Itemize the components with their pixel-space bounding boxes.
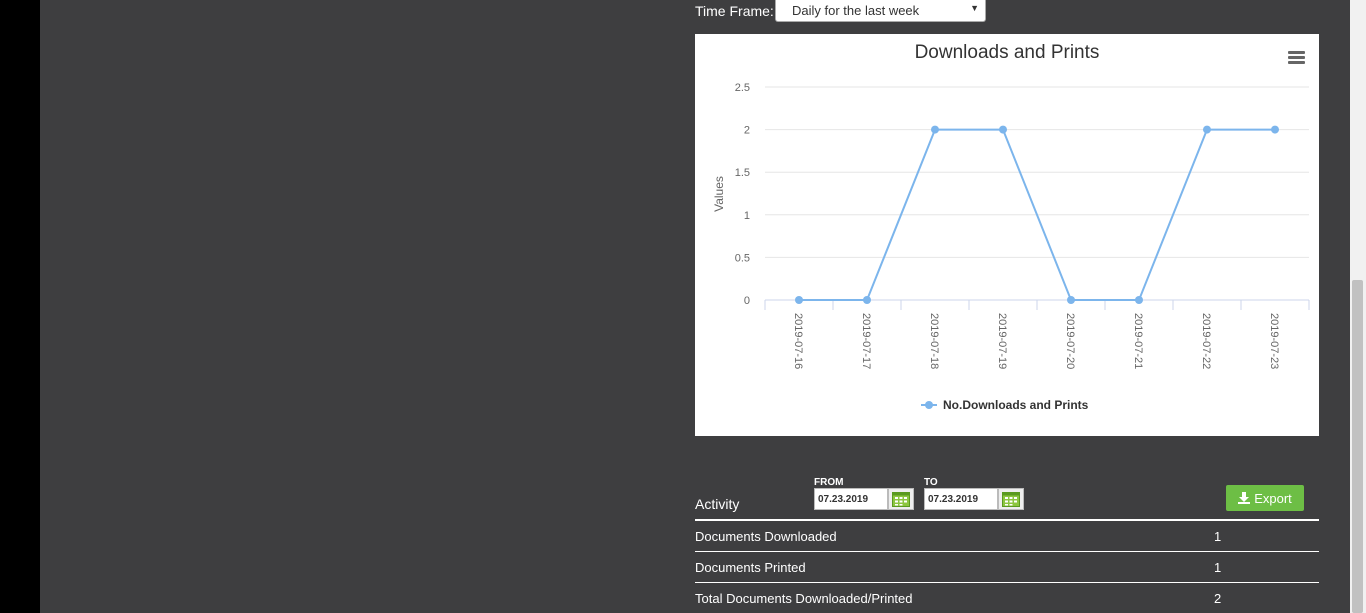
chart-title: Downloads and Prints bbox=[914, 42, 1100, 63]
from-date-input[interactable]: 07.23.2019 bbox=[814, 488, 888, 510]
stat-label-total: Total Documents Downloaded/Printed bbox=[695, 591, 913, 606]
dropdown-arrow-icon: ▼ bbox=[970, 3, 979, 13]
stat-label-downloaded: Documents Downloaded bbox=[695, 529, 837, 544]
data-point bbox=[863, 296, 871, 304]
timeframe-select[interactable]: Daily for the last week ▼ bbox=[775, 0, 986, 22]
data-point bbox=[1271, 125, 1279, 134]
x-tick-label: 2019-07-19 bbox=[996, 313, 1008, 369]
x-tick-label: 2019-07-23 bbox=[1268, 313, 1280, 369]
timeframe-selected-value: Daily for the last week bbox=[792, 3, 920, 18]
legend-marker bbox=[925, 401, 933, 409]
x-tick-label: 2019-07-17 bbox=[860, 313, 872, 369]
stat-label-printed: Documents Printed bbox=[695, 560, 806, 575]
y-tick-label: 1 bbox=[744, 210, 750, 222]
stat-value-downloaded: 1 bbox=[1214, 529, 1222, 544]
data-point bbox=[999, 125, 1007, 134]
to-date-input[interactable]: 07.23.2019 bbox=[924, 488, 998, 510]
y-axis-label: Values bbox=[712, 176, 726, 212]
legend-label: No.Downloads and Prints bbox=[943, 398, 1089, 412]
line-chart: 0 0.5 1 1.5 2 2.5 Values 2019-07-16 2019-07-17 20… bbox=[712, 82, 1310, 412]
data-point bbox=[1203, 125, 1211, 134]
export-label: Export bbox=[1254, 490, 1292, 506]
row-divider bbox=[695, 551, 1319, 552]
stat-value-total: 2 bbox=[1214, 591, 1222, 606]
chart-container: 0 0.5 1 1.5 2 2.5 Values 2019-07-16 2019-07-17 20… bbox=[695, 34, 1319, 436]
from-calendar-icon[interactable] bbox=[888, 488, 914, 510]
x-tick-label: 2019-07-22 bbox=[1200, 313, 1212, 369]
x-tick-label: 2019-07-18 bbox=[928, 313, 940, 369]
data-point bbox=[1135, 296, 1143, 304]
export-button[interactable]: Export bbox=[1226, 485, 1304, 511]
y-tick-label: 2 bbox=[744, 125, 750, 137]
y-tick-label: 1.5 bbox=[735, 167, 750, 179]
left-margin bbox=[0, 0, 40, 613]
scrollbar-thumb[interactable] bbox=[1352, 280, 1363, 613]
y-tick-label: 0.5 bbox=[735, 252, 750, 264]
x-tick-label: 2019-07-16 bbox=[792, 313, 804, 369]
x-tick-label: 2019-07-21 bbox=[1132, 313, 1144, 369]
activity-header-divider bbox=[695, 519, 1319, 521]
chart-menu-icon[interactable] bbox=[1288, 51, 1305, 65]
from-label: FROM bbox=[814, 477, 844, 488]
y-tick-label: 0 bbox=[744, 295, 750, 307]
data-point bbox=[931, 125, 939, 134]
download-icon bbox=[1238, 492, 1251, 504]
to-label: TO bbox=[924, 477, 938, 488]
activity-heading: Activity bbox=[695, 496, 740, 512]
data-point bbox=[1067, 296, 1075, 304]
to-calendar-icon[interactable] bbox=[998, 488, 1024, 510]
timeframe-label: Time Frame: bbox=[695, 3, 774, 19]
stat-value-printed: 1 bbox=[1214, 560, 1222, 575]
y-tick-label: 2.5 bbox=[735, 82, 750, 94]
data-point bbox=[795, 296, 803, 304]
row-divider bbox=[695, 582, 1319, 583]
x-tick-label: 2019-07-20 bbox=[1064, 313, 1076, 369]
